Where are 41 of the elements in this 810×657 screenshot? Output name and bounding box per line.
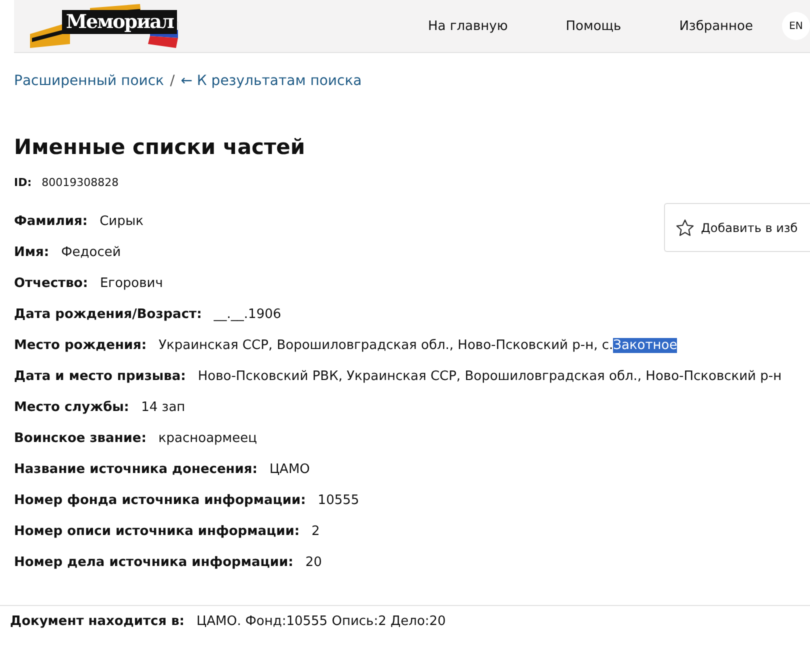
field-value: 2 [312,523,320,541]
field-label: Номер фонда источника информации: [14,492,306,510]
breadcrumb-link[interactable]: ← К результатам поиска [180,73,362,89]
field-value: __.__.1906 [214,306,282,324]
nav-link[interactable]: Помощь [566,18,622,34]
field-label: Воинское звание: [14,430,146,448]
field-label: Номер дела источника информации: [14,554,294,572]
field-label: Имя: [14,244,50,262]
add-to-favorites-button[interactable]: Добавить в изб [664,203,810,252]
field-value: 20 [305,554,322,572]
field-label: Отчество: [14,275,88,293]
field-label: Место рождения: [14,337,147,355]
field-value: Ново-Псковский РВК, Украинская ССР, Ворошиловградская обл., Ново-Псковский р-н [198,368,782,386]
selected-text: Закотное [613,338,678,353]
field-label: Фамилия: [14,213,88,231]
field-value: Федосей [61,244,121,262]
field-label: Номер описи источника информации: [14,523,300,541]
field-value: Егорович [100,275,163,293]
field-value: красноармеец [158,430,257,448]
id-value: 80019308828 [42,176,119,189]
field-value: Сирык [100,213,144,231]
star-icon [675,218,695,238]
field-label: Дата рождения/Возраст: [14,306,202,324]
field-value: ЦАМО [269,461,310,479]
footer-label: Документ находится в: [10,614,185,629]
field-label: Место службы: [14,399,130,417]
nav-link[interactable]: На главную [428,18,508,34]
logo-text: Мемориал [62,10,178,34]
nav-link[interactable]: Избранное [679,18,754,34]
field-value: 14 зап [141,399,186,417]
id-label: ID: [14,176,32,189]
field-label: Дата и место призыва: [14,368,186,386]
language-button[interactable]: EN [782,12,810,40]
page-title: Именные списки частей [14,135,306,159]
breadcrumb-link[interactable]: Расширенный поиск [14,73,164,89]
breadcrumb-separator: / [170,73,175,89]
logo[interactable]: Мемориал [30,2,196,50]
footer-value: ЦАМО. Фонд:10555 Опись:2 Дело:20 [196,614,446,629]
field-value: Украинская ССР, Ворошиловградская обл., Ново-Псковский р-н, с.Закотное [158,337,678,355]
field-label: Название источника донесения: [14,461,258,479]
field-value: 10555 [318,492,360,510]
